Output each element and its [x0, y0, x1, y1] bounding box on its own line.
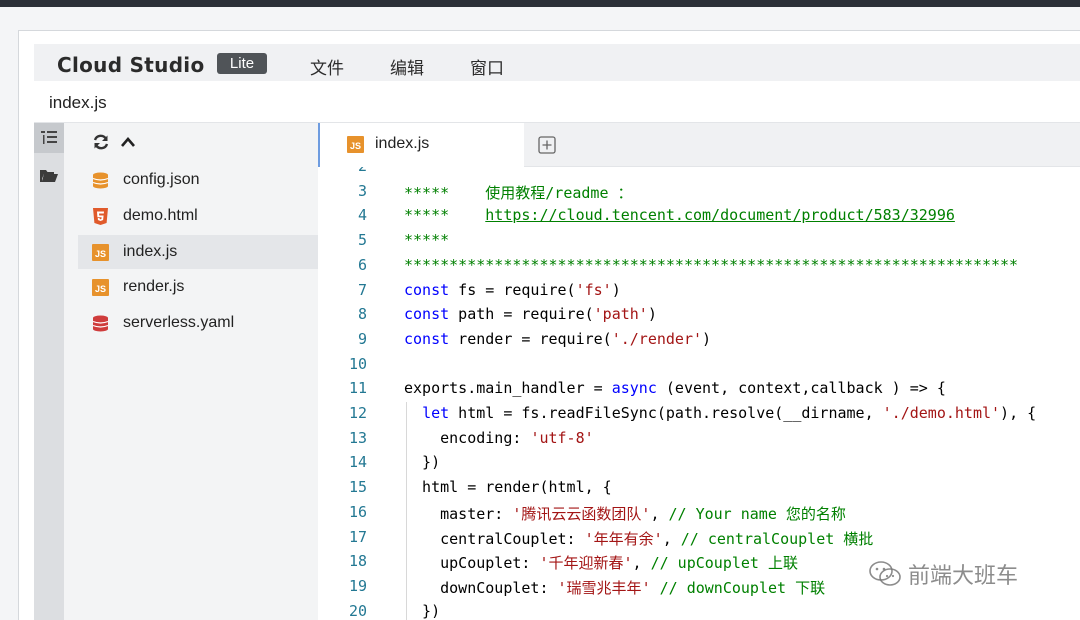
- file-explorer: config.json demo.html JS index.js JS ren…: [64, 123, 318, 620]
- line-number: 9: [357, 329, 367, 348]
- code-text: let html = fs.readFileSync(path.resolve(…: [422, 404, 1037, 422]
- file-label: serverless.yaml: [123, 314, 235, 331]
- code-text: master: '腾讯云云函数团队', // Your name 您的名称: [404, 504, 846, 523]
- code-text: ***** https://cloud.tencent.com/document…: [404, 206, 955, 225]
- code-line: 3 ***** 使用教程/readme ：: [318, 180, 1080, 205]
- file-item-render-js[interactable]: JS render.js: [78, 270, 318, 304]
- code-line: 10: [318, 353, 1080, 378]
- file-item-serverless-yaml[interactable]: serverless.yaml: [78, 306, 318, 340]
- tab-index-js[interactable]: JS index.js: [318, 123, 524, 167]
- code-line: 15 html = render(html, {: [318, 476, 1080, 502]
- line-number: 10: [348, 354, 367, 373]
- code-line: 5 *****: [318, 229, 1080, 254]
- code-text: encoding: 'utf-8': [404, 428, 594, 447]
- file-item-demo-html[interactable]: demo.html: [78, 199, 318, 233]
- json-file-icon: [92, 172, 109, 189]
- line-number: 8: [357, 305, 367, 324]
- js-file-icon: JS: [92, 279, 109, 296]
- code-text: }): [404, 453, 441, 472]
- activity-bar: [34, 123, 64, 620]
- line-number: 6: [357, 255, 367, 274]
- menu-edit[interactable]: 编辑: [390, 54, 424, 79]
- line-number: 2: [358, 167, 367, 175]
- js-file-icon: JS: [92, 244, 109, 261]
- breadcrumb-bar: index.js: [34, 81, 1080, 123]
- line-number: 4: [357, 206, 367, 225]
- code-text: }): [404, 601, 441, 620]
- code-line: 4 ***** https://cloud.tencent.com/documen…: [318, 204, 1080, 229]
- code-text: ***** 使用教程/readme ：: [404, 183, 633, 202]
- code-text: exports.main_handler = async (event, con…: [404, 379, 946, 398]
- add-tab-icon[interactable]: [538, 136, 556, 154]
- watermark: 前端大班车: [868, 556, 1018, 592]
- code-text: downCouplet: '瑞雪兆丰年' // downCouplet 下联: [404, 578, 826, 597]
- file-label: render.js: [123, 278, 185, 295]
- code-line: 12 let html = fs.readFileSync(path.resol…: [318, 402, 1080, 427]
- line-number: 19: [348, 576, 367, 595]
- line-number: 13: [348, 428, 367, 447]
- tab-label: index.js: [375, 135, 430, 152]
- code-line: 6 ***************************************…: [318, 254, 1080, 279]
- code-editor[interactable]: 2 ***** 3 ***** 使用教程/readme ： 4 ***** https:/…: [318, 167, 1080, 620]
- code-text: const path = require('path'): [404, 305, 657, 324]
- line-number: 14: [348, 453, 367, 472]
- code-line: 2 *****: [318, 167, 1080, 180]
- code-text: ****************************************…: [404, 255, 1019, 274]
- code-line: 17 centralCouplet: '年年有余', // centralCou…: [318, 525, 1080, 551]
- code-text: *****: [404, 167, 449, 175]
- page-background: Cloud Studio Lite 文件 编辑 窗口 index.js conf…: [0, 7, 1080, 620]
- line-number: 15: [348, 478, 367, 497]
- code-line: 7 const fs = require('fs'): [318, 279, 1080, 304]
- explorer-toolbar: [64, 123, 318, 163]
- html5-file-icon: [93, 208, 108, 225]
- menu-bar: Cloud Studio Lite 文件 编辑 窗口: [34, 44, 1080, 81]
- code-text: const render = require('./render'): [404, 329, 712, 348]
- line-number: 18: [348, 552, 367, 571]
- code-line: 9 const render = require('./render'): [318, 328, 1080, 353]
- code-text: centralCouplet: '年年有余', // centralCouple…: [404, 529, 874, 548]
- editor-tab-bar: JS index.js: [318, 123, 1080, 167]
- line-number: 17: [348, 527, 367, 546]
- menu-file[interactable]: 文件: [310, 54, 344, 79]
- file-item-config-json[interactable]: config.json: [78, 163, 318, 197]
- menu-window[interactable]: 窗口: [470, 54, 504, 79]
- code-text: html = render(html, {: [404, 478, 612, 497]
- code-text: *****: [404, 231, 450, 250]
- yaml-file-icon: [92, 315, 109, 332]
- code-line: 11 exports.main_handler = async (event, c…: [318, 377, 1080, 402]
- line-number: 7: [357, 280, 367, 299]
- code-line: 8 const path = require('path'): [318, 303, 1080, 328]
- code-line: 20 }): [318, 599, 1080, 620]
- code-text: upCouplet: '千年迎新春', // upCouplet 上联: [404, 554, 798, 573]
- file-item-index-js[interactable]: JS index.js: [78, 235, 318, 269]
- line-number: 5: [357, 231, 367, 250]
- lite-badge: Lite: [217, 53, 267, 74]
- window-top-strip: [0, 0, 1080, 7]
- wechat-icon: [869, 561, 901, 586]
- code-line: 13 encoding: 'utf-8': [318, 426, 1080, 452]
- file-label: demo.html: [123, 207, 198, 224]
- breadcrumb: index.js: [49, 93, 107, 112]
- js-file-icon: JS: [347, 136, 364, 153]
- refresh-icon[interactable]: [92, 134, 110, 155]
- line-number: 11: [348, 379, 367, 398]
- line-number: 12: [348, 404, 367, 422]
- watermark-text: 前端大班车: [908, 564, 1019, 589]
- code-line: 14 }): [318, 451, 1080, 477]
- app-brand: Cloud Studio: [57, 53, 205, 77]
- code-text: const fs = require('fs'): [404, 280, 621, 299]
- line-number: 20: [348, 601, 367, 620]
- collapse-up-icon[interactable]: [120, 134, 136, 155]
- line-number: 3: [357, 181, 367, 200]
- line-number: 16: [348, 502, 367, 521]
- code-line: 16 master: '腾讯云云函数团队', // Your name 您的名称: [318, 500, 1080, 526]
- ide-frame: Cloud Studio Lite 文件 编辑 窗口 index.js conf…: [18, 30, 1080, 620]
- folder-icon[interactable]: [34, 161, 64, 191]
- tree-view-icon[interactable]: [34, 123, 64, 153]
- file-label: config.json: [123, 171, 200, 188]
- file-label: index.js: [123, 243, 178, 260]
